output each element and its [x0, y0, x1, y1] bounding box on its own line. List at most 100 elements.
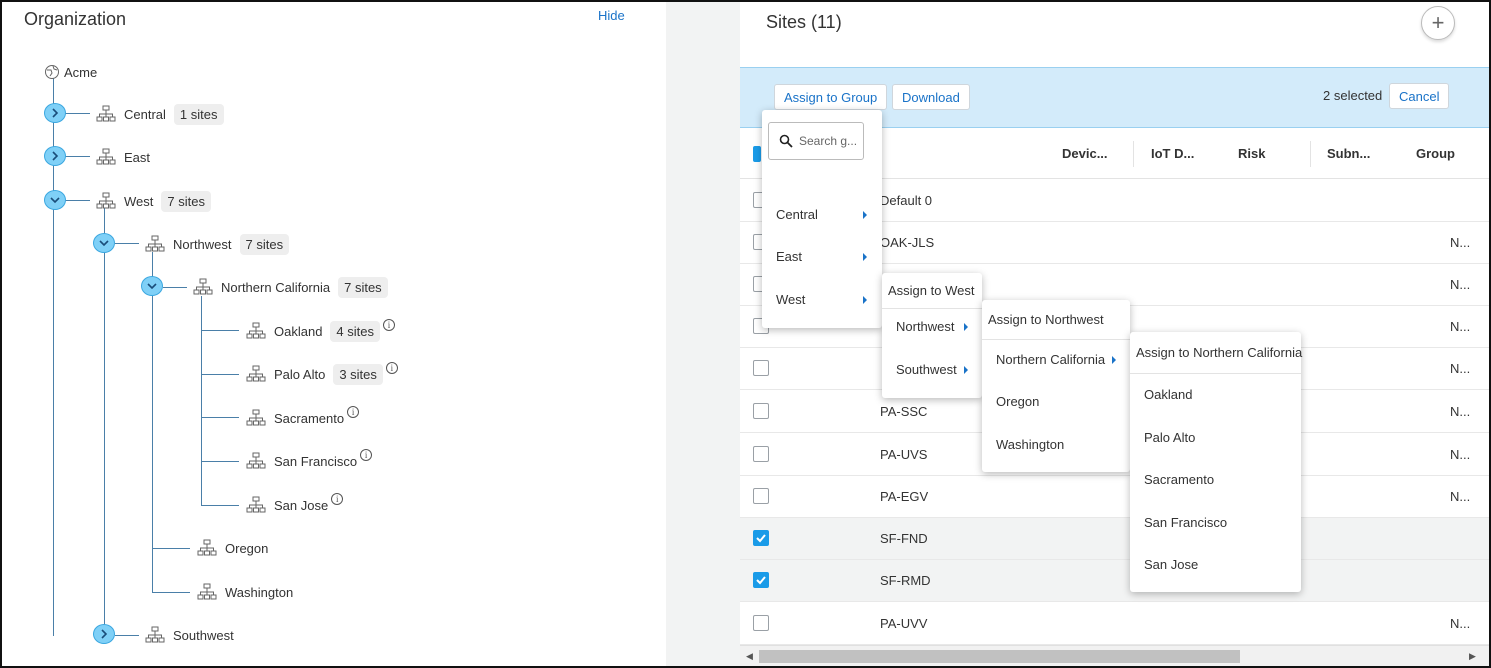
panel-divider — [666, 2, 740, 666]
menu-item-san-francisco[interactable]: San Francisco — [1144, 515, 1227, 530]
tree-node-oregon[interactable]: Oregon — [197, 536, 268, 560]
site-name[interactable]: PA-EGV — [880, 489, 928, 504]
tree-node-central[interactable]: Central 1 sites — [96, 102, 224, 126]
row-checkbox[interactable] — [753, 360, 769, 376]
tree-node-label: Acme — [64, 64, 98, 80]
collapse-norcal-toggle[interactable] — [141, 276, 163, 296]
hierarchy-icon — [246, 365, 266, 382]
menu-item-southwest[interactable]: Southwest — [896, 362, 957, 377]
menu-item-washington[interactable]: Washington — [996, 437, 1064, 452]
column-header-risk[interactable]: Risk — [1238, 146, 1265, 161]
info-icon[interactable]: i — [385, 362, 398, 374]
scrollbar-thumb[interactable] — [759, 650, 1240, 663]
site-name[interactable]: SF-FND — [880, 531, 928, 546]
globe-icon — [45, 65, 59, 79]
horizontal-scrollbar[interactable]: ◀ ▶ — [740, 645, 1489, 666]
info-icon[interactable]: i — [331, 493, 344, 505]
menu-item-label: San Francisco — [1144, 515, 1228, 530]
tree-node-west[interactable]: West 7 sites — [96, 189, 211, 213]
expand-central-toggle[interactable] — [44, 103, 66, 123]
add-site-button[interactable]: + — [1421, 6, 1455, 40]
menu-item-sacramento[interactable]: Sacramento — [1144, 472, 1214, 487]
tree-node-san-francisco[interactable]: San Francisco i — [246, 449, 373, 473]
info-icon[interactable]: i — [347, 406, 360, 418]
tree-node-southwest[interactable]: Southwest — [145, 623, 234, 647]
tree-node-label: San Jose — [274, 497, 329, 513]
row-checkbox[interactable] — [753, 403, 769, 419]
column-header-subnets[interactable]: Subn... — [1327, 146, 1370, 161]
tree-line — [201, 330, 239, 331]
download-button[interactable]: Download — [892, 84, 970, 110]
column-header-group[interactable]: Group — [1416, 146, 1455, 161]
site-name[interactable]: PA-UVS — [880, 447, 927, 462]
site-group: N... — [1450, 235, 1471, 250]
tree-node-palo-alto[interactable]: Palo Alto 3 sites i — [246, 362, 398, 386]
tree-line — [201, 296, 202, 506]
collapse-west-toggle[interactable] — [44, 190, 66, 210]
hierarchy-icon — [246, 322, 266, 339]
select-all-checkbox[interactable] — [753, 146, 761, 162]
site-name[interactable]: PA-UVV — [880, 616, 927, 631]
tree-node-washington[interactable]: Washington — [197, 580, 293, 604]
menu-item-san-jose[interactable]: San Jose — [1144, 557, 1198, 572]
table-row[interactable]: SF-RMD — [740, 560, 1489, 602]
hierarchy-icon — [96, 105, 116, 122]
row-checkbox[interactable] — [753, 530, 769, 546]
tree-node-label: Palo Alto — [274, 366, 326, 382]
hide-link[interactable]: Hide — [598, 8, 625, 23]
site-name[interactable]: SF-RMD — [880, 573, 931, 588]
submenu-arrow-icon — [863, 253, 867, 261]
site-group: N... — [1450, 404, 1471, 419]
tree-node-label: San Francisco — [274, 453, 358, 469]
scroll-right-icon[interactable]: ▶ — [1469, 651, 1476, 662]
menu-header: Assign to West — [882, 273, 982, 309]
tree-line — [152, 252, 153, 592]
chevron-right-icon — [52, 108, 59, 118]
menu-header: Assign to Northwest — [982, 300, 1130, 340]
site-name[interactable]: OAK-JLS — [880, 235, 934, 250]
tree-node-northern-california[interactable]: Northern California 7 sites — [193, 275, 388, 299]
menu-item-west[interactable]: West — [776, 292, 805, 307]
chevron-down-icon — [50, 197, 60, 204]
menu-item-central[interactable]: Central — [776, 207, 818, 222]
hierarchy-icon — [246, 496, 266, 513]
menu-item-label: Southwest — [896, 362, 957, 377]
row-checkbox[interactable] — [753, 446, 769, 462]
info-icon[interactable]: i — [383, 319, 395, 331]
tree-node-east[interactable]: East — [96, 145, 150, 169]
row-checkbox[interactable] — [753, 572, 769, 588]
group-search-input[interactable]: Search g... — [768, 122, 864, 160]
expand-southwest-toggle[interactable] — [93, 624, 115, 644]
expand-east-toggle[interactable] — [44, 146, 66, 166]
tree-node-sacramento[interactable]: Sacramento i — [246, 406, 360, 430]
tree-node-oakland[interactable]: Oakland 4 sites i — [246, 319, 395, 343]
menu-item-oregon[interactable]: Oregon — [996, 394, 1039, 409]
column-header-iot-devices[interactable]: IoT D... — [1151, 146, 1194, 161]
table-row[interactable]: PA-EGV N... — [740, 476, 1489, 518]
table-row[interactable]: PA-UVV N... — [740, 603, 1489, 645]
tree-node-label: Northern California — [221, 279, 331, 295]
tree-node-label: Northwest — [173, 236, 232, 252]
menu-item-northern-california[interactable]: Northern California — [996, 352, 1105, 367]
hierarchy-icon — [145, 626, 165, 643]
menu-item-oakland[interactable]: Oakland — [1144, 387, 1192, 402]
collapse-northwest-toggle[interactable] — [93, 233, 115, 253]
row-checkbox[interactable] — [753, 615, 769, 631]
menu-item-northwest[interactable]: Northwest — [896, 319, 955, 334]
tree-node-label: West — [124, 193, 154, 209]
tree-node-northwest[interactable]: Northwest 7 sites — [145, 232, 290, 256]
info-icon[interactable]: i — [360, 449, 373, 461]
cancel-button[interactable]: Cancel — [1389, 83, 1450, 109]
assign-to-group-button[interactable]: Assign to Group — [774, 84, 888, 110]
table-row[interactable]: SF-FND — [740, 518, 1489, 560]
site-name[interactable]: PA-SSC — [880, 404, 927, 419]
row-checkbox[interactable] — [753, 488, 769, 504]
column-header-devices[interactable]: Devic... — [1062, 146, 1108, 161]
menu-item-east[interactable]: East — [776, 249, 802, 264]
site-name[interactable]: Default 0 — [880, 193, 932, 208]
menu-item-palo-alto[interactable]: Palo Alto — [1144, 430, 1195, 445]
tree-node-acme[interactable]: Acme — [44, 60, 97, 84]
tree-node-label: East — [124, 149, 151, 165]
scroll-left-icon[interactable]: ◀ — [746, 651, 753, 662]
tree-node-san-jose[interactable]: San Jose i — [246, 493, 344, 517]
